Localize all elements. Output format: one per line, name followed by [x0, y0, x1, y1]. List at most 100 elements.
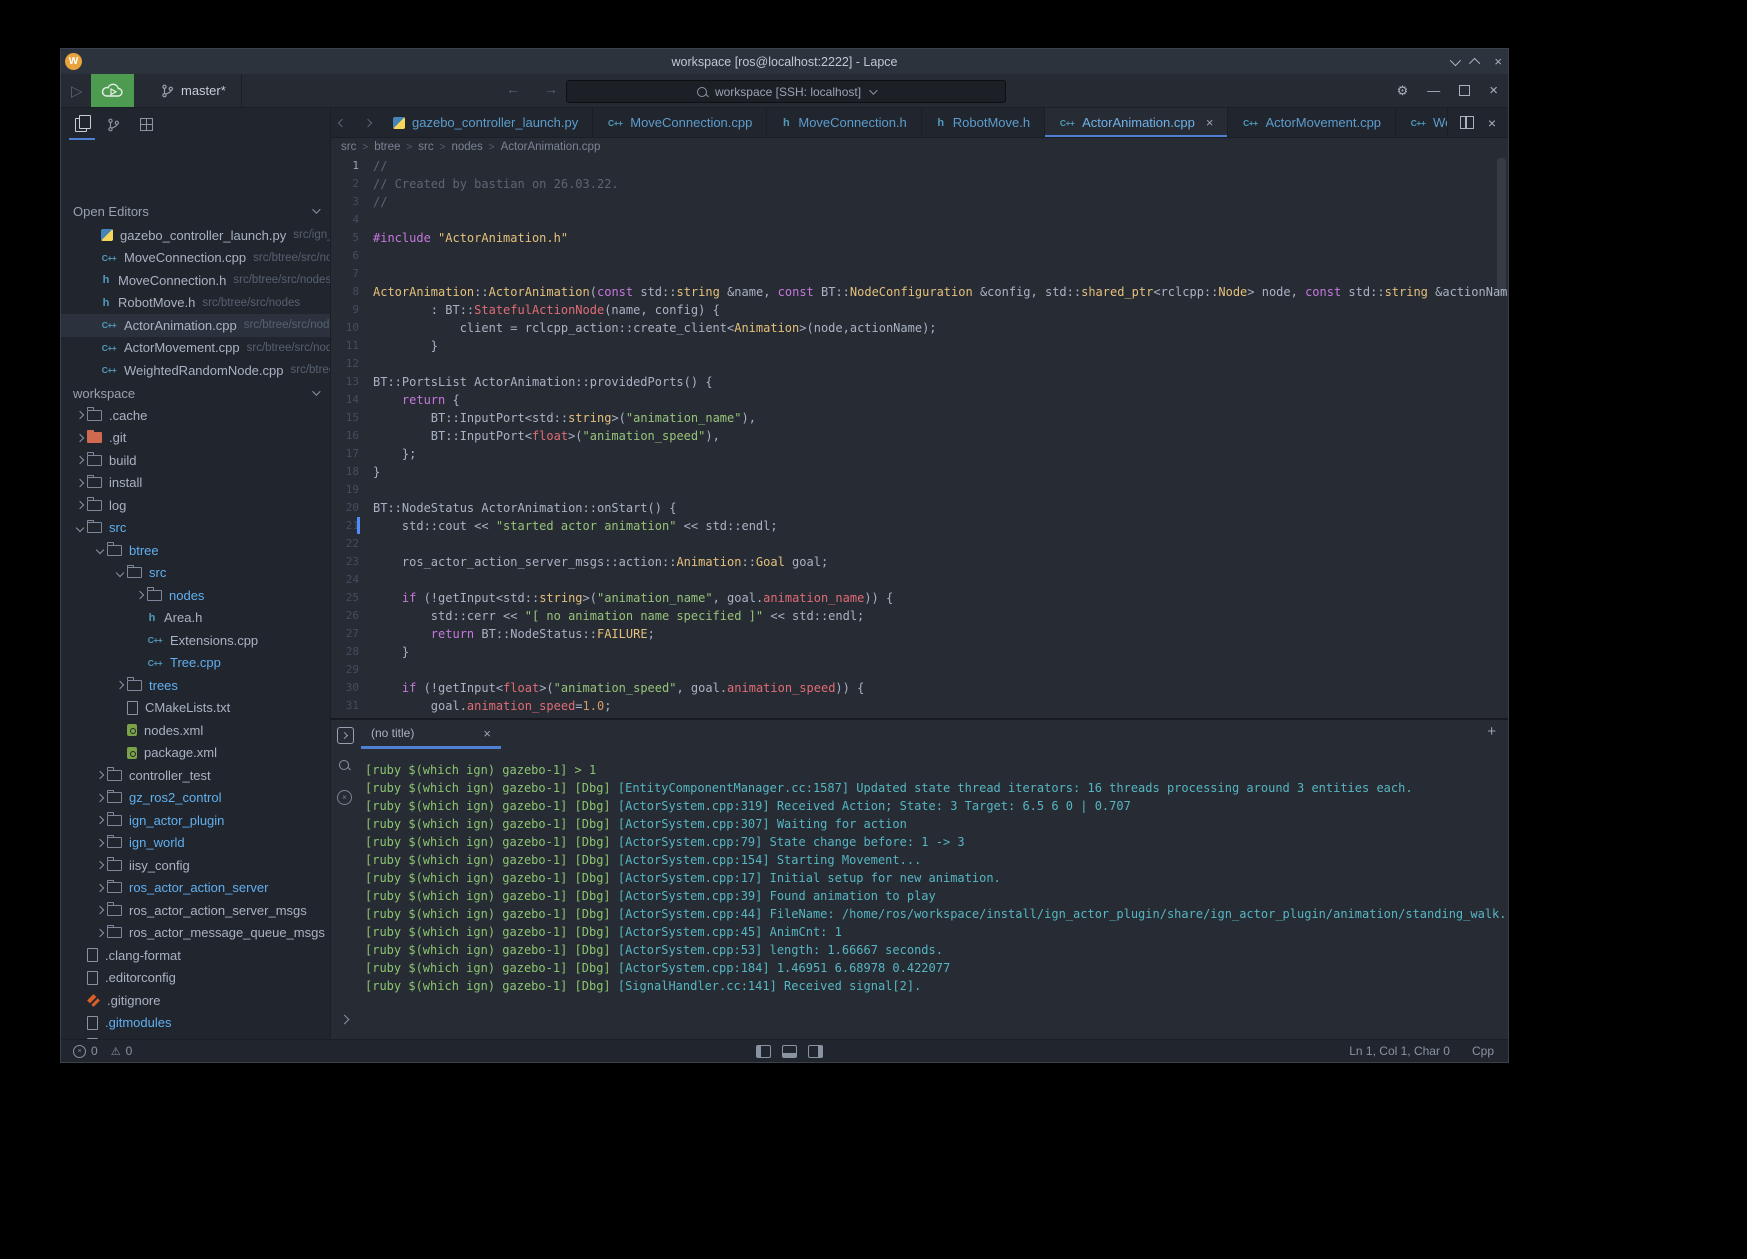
- file-explorer-icon[interactable]: [75, 118, 87, 132]
- tree-item[interactable]: nodes.xml: [61, 719, 330, 742]
- warnings-icon[interactable]: ⚠: [111, 1045, 121, 1058]
- tree-item[interactable]: btree: [61, 539, 330, 562]
- nav-back-icon[interactable]: ←: [506, 81, 520, 97]
- tree-item[interactable]: build: [61, 449, 330, 472]
- workspace-header[interactable]: workspace: [61, 382, 330, 404]
- tree-item[interactable]: ign_world: [61, 832, 330, 855]
- breadcrumb[interactable]: src>btree>src>nodes>ActorAnimation.cpp: [331, 138, 1508, 156]
- tab-nav-back-icon[interactable]: [335, 120, 349, 126]
- breadcrumb-item[interactable]: nodes: [451, 141, 482, 153]
- code-line[interactable]: 30 if (!getInput<float>("animation_speed…: [331, 679, 1508, 697]
- remote-connection-button[interactable]: [91, 74, 134, 107]
- code-line[interactable]: 22: [331, 535, 1508, 553]
- code-line[interactable]: 16 BT::InputPort<float>("animation_speed…: [331, 427, 1508, 445]
- tree-item[interactable]: .editorconfig: [61, 967, 330, 990]
- code-line[interactable]: 2// Created by bastian on 26.03.22.: [331, 175, 1508, 193]
- terminal-tab[interactable]: (no title) ×: [361, 720, 501, 746]
- tree-item[interactable]: .clang-format: [61, 944, 330, 967]
- extensions-icon[interactable]: [140, 118, 153, 131]
- code-line[interactable]: 13BT::PortsList ActorAnimation::provided…: [331, 373, 1508, 391]
- code-line[interactable]: 28 }: [331, 643, 1508, 661]
- open-editors-header[interactable]: Open Editors: [61, 200, 330, 222]
- settings-gear-icon[interactable]: ⚙: [1397, 84, 1409, 97]
- editor-tab[interactable]: hMoveConnection.h: [767, 108, 921, 137]
- editor-tab[interactable]: C++MoveConnection.cpp: [593, 108, 767, 137]
- code-line[interactable]: 12: [331, 355, 1508, 373]
- tree-item[interactable]: gz_ros2_control: [61, 787, 330, 810]
- errors-icon[interactable]: ×: [73, 1045, 86, 1058]
- minimize-button[interactable]: —: [1427, 84, 1440, 97]
- tree-item[interactable]: .gitignore: [61, 989, 330, 1012]
- open-editor-item[interactable]: hRobotMove.hsrc/btree/src/nodes: [61, 292, 330, 315]
- code-line[interactable]: 31 goal.animation_speed=1.0;: [331, 697, 1508, 715]
- editor-tab[interactable]: gazebo_controller_launch.py: [379, 108, 593, 137]
- close-window-button[interactable]: ×: [1494, 55, 1502, 68]
- code-line[interactable]: 15 BT::InputPort<std::string>("animation…: [331, 409, 1508, 427]
- open-editor-item[interactable]: gazebo_controller_launch.pysrc/ign_wo: [61, 224, 330, 247]
- code-line[interactable]: 8ActorAnimation::ActorAnimation(const st…: [331, 283, 1508, 301]
- cursor-position[interactable]: Ln 1, Col 1, Char 0: [1349, 1044, 1450, 1058]
- code-line[interactable]: 11 }: [331, 337, 1508, 355]
- code-line[interactable]: 14 return {: [331, 391, 1508, 409]
- code-editor[interactable]: 1//2// Created by bastian on 26.03.22.3/…: [331, 156, 1508, 718]
- code-line[interactable]: 24: [331, 571, 1508, 589]
- code-line[interactable]: 5#include "ActorAnimation.h": [331, 229, 1508, 247]
- tree-item[interactable]: C++Extensions.cpp: [61, 629, 330, 652]
- tree-item[interactable]: ros_actor_action_server: [61, 877, 330, 900]
- tree-item[interactable]: ros_actor_action_server_msgs: [61, 899, 330, 922]
- tree-item[interactable]: src: [61, 562, 330, 585]
- code-line[interactable]: 3//: [331, 193, 1508, 211]
- tree-item[interactable]: install: [61, 472, 330, 495]
- close-terminal-tab-icon[interactable]: ×: [483, 726, 491, 741]
- toggle-bottom-panel-icon[interactable]: [782, 1045, 797, 1058]
- code-line[interactable]: 21 std::cout << "started actor animation…: [331, 517, 1508, 535]
- code-line[interactable]: 26 std::cerr << "[ no animation name spe…: [331, 607, 1508, 625]
- editor-tab[interactable]: hRobotMove.h: [922, 108, 1045, 137]
- code-line[interactable]: 17 };: [331, 445, 1508, 463]
- close-editor-icon[interactable]: ×: [1488, 116, 1496, 130]
- open-editor-item[interactable]: C++WeightedRandomNode.cppsrc/btree/s: [61, 359, 330, 382]
- chevron-down-icon[interactable]: [1450, 54, 1461, 65]
- code-line[interactable]: 1//: [331, 157, 1508, 175]
- new-terminal-button[interactable]: +: [1487, 723, 1496, 740]
- code-line[interactable]: 20BT::NodeStatus ActorAnimation::onStart…: [331, 499, 1508, 517]
- breadcrumb-item[interactable]: src: [341, 141, 356, 153]
- tree-item[interactable]: nodes: [61, 584, 330, 607]
- terminal-output[interactable]: [ruby $(which ign) gazebo-1] > 1[ruby $(…: [365, 761, 1504, 1039]
- language-mode[interactable]: Cpp: [1472, 1044, 1494, 1058]
- workspace-search-input[interactable]: workspace [SSH: localhost]: [566, 80, 1006, 103]
- tree-item[interactable]: .git: [61, 427, 330, 450]
- code-line[interactable]: 27 return BT::NodeStatus::FAILURE;: [331, 625, 1508, 643]
- close-tab-icon[interactable]: ×: [1206, 115, 1214, 130]
- code-line[interactable]: 19: [331, 481, 1508, 499]
- terminal-icon[interactable]: [337, 727, 354, 744]
- editor-scrollbar[interactable]: [1497, 158, 1506, 296]
- source-control-icon[interactable]: [107, 118, 120, 132]
- breadcrumb-item[interactable]: btree: [374, 141, 400, 153]
- tree-item[interactable]: C++Tree.cpp: [61, 652, 330, 675]
- tab-nav-forward-icon[interactable]: [361, 120, 375, 126]
- close-button[interactable]: ×: [1489, 83, 1498, 98]
- code-line[interactable]: 18}: [331, 463, 1508, 481]
- breadcrumb-item[interactable]: ActorAnimation.cpp: [501, 141, 601, 153]
- tree-item[interactable]: trees: [61, 674, 330, 697]
- code-line[interactable]: 10 client = rclcpp_action::create_client…: [331, 319, 1508, 337]
- problems-icon[interactable]: ×: [337, 790, 352, 805]
- open-editor-item[interactable]: C++MoveConnection.cppsrc/btree/src/nod: [61, 247, 330, 270]
- chevron-right-icon[interactable]: [340, 1015, 350, 1025]
- nav-forward-icon[interactable]: →: [544, 81, 558, 97]
- tree-item[interactable]: src: [61, 517, 330, 540]
- tree-item[interactable]: package.xml: [61, 742, 330, 765]
- tree-item[interactable]: hArea.h: [61, 607, 330, 630]
- toggle-left-panel-icon[interactable]: [756, 1045, 771, 1058]
- maximize-button[interactable]: [1459, 85, 1470, 96]
- tree-item[interactable]: ign_actor_plugin: [61, 809, 330, 832]
- tree-item[interactable]: iisy_config: [61, 854, 330, 877]
- tree-item[interactable]: CMakeLists.txt: [61, 697, 330, 720]
- editor-tab[interactable]: C++ActorMovement.cpp: [1228, 108, 1396, 137]
- tree-item[interactable]: .cache: [61, 404, 330, 427]
- open-editor-item[interactable]: C++ActorAnimation.cppsrc/btree/src/node: [61, 314, 330, 337]
- open-editor-item[interactable]: hMoveConnection.hsrc/btree/src/nodes: [61, 269, 330, 292]
- editor-tab[interactable]: C++ActorAnimation.cpp×: [1045, 108, 1228, 137]
- tree-item[interactable]: log: [61, 494, 330, 517]
